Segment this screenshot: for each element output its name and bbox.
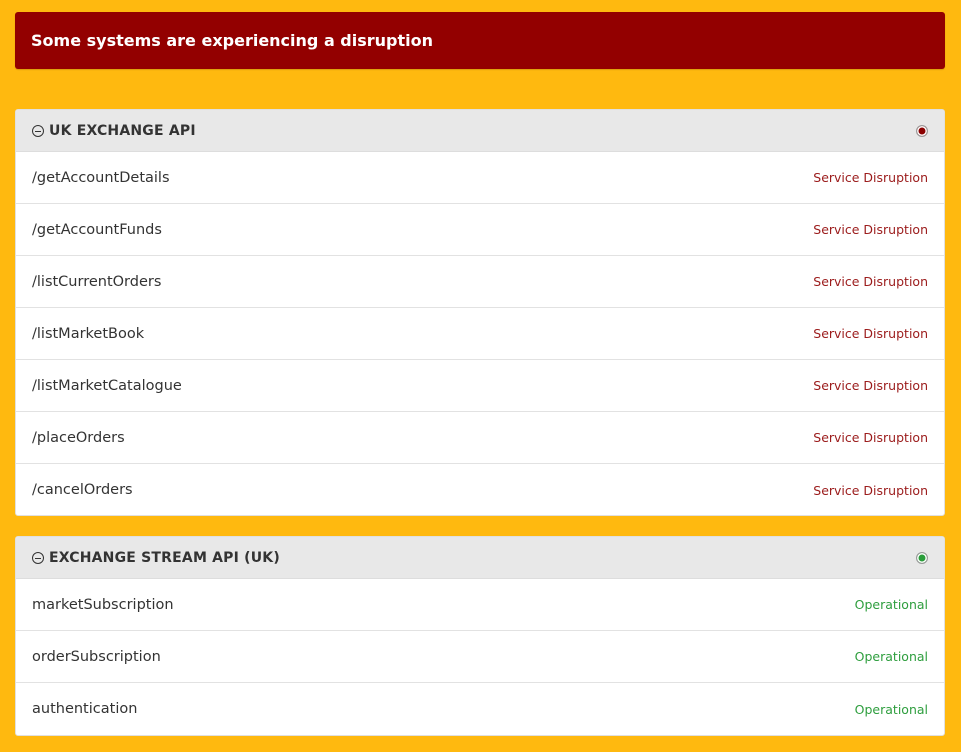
banner-message: Some systems are experiencing a disrupti… [31,31,434,50]
component-name: /listCurrentOrders [32,273,162,290]
component-name: marketSubscription [32,596,174,613]
component-row: /getAccountDetails Service Disruption [16,152,944,204]
component-row: /cancelOrders Service Disruption [16,464,944,515]
component-row: /listMarketCatalogue Service Disruption [16,360,944,412]
component-status: Service Disruption [813,378,928,393]
component-row: /listMarketBook Service Disruption [16,308,944,360]
component-status: Service Disruption [813,170,928,185]
component-name: orderSubscription [32,648,161,665]
component-status: Service Disruption [813,274,928,289]
component-status: Service Disruption [813,430,928,445]
component-row: /getAccountFunds Service Disruption [16,204,944,256]
component-name: /placeOrders [32,429,125,446]
component-name: /cancelOrders [32,482,133,498]
component-status: Operational [854,649,928,664]
status-dot-icon [916,552,928,564]
group-header[interactable]: EXCHANGE STREAM API (UK) [16,537,944,579]
group-panel-exchange-stream-api: EXCHANGE STREAM API (UK) marketSubscript… [15,536,945,736]
component-row: authentication Operational [16,683,944,735]
group-panel-uk-exchange-api: UK EXCHANGE API /getAccountDetails Servi… [15,109,945,516]
status-banner: Some systems are experiencing a disrupti… [15,12,945,69]
component-status: Operational [854,701,928,717]
component-name: /getAccountFunds [32,221,162,238]
group-header[interactable]: UK EXCHANGE API [16,110,944,152]
component-name: /listMarketBook [32,325,145,342]
component-status: Operational [854,597,928,612]
component-status: Service Disruption [813,222,928,237]
component-name: /getAccountDetails [32,169,170,186]
component-row: /placeOrders Service Disruption [16,412,944,464]
group-title: UK EXCHANGE API [49,122,196,139]
status-dot-icon [916,125,928,137]
component-status: Service Disruption [813,482,928,498]
collapse-minus-icon[interactable] [32,551,44,564]
component-row: orderSubscription Operational [16,631,944,683]
component-row: marketSubscription Operational [16,579,944,631]
component-status: Service Disruption [813,326,928,341]
component-name: authentication [32,701,138,717]
collapse-minus-icon[interactable] [32,124,44,137]
component-name: /listMarketCatalogue [32,377,182,394]
group-title: EXCHANGE STREAM API (UK) [49,549,280,566]
component-row: /listCurrentOrders Service Disruption [16,256,944,308]
